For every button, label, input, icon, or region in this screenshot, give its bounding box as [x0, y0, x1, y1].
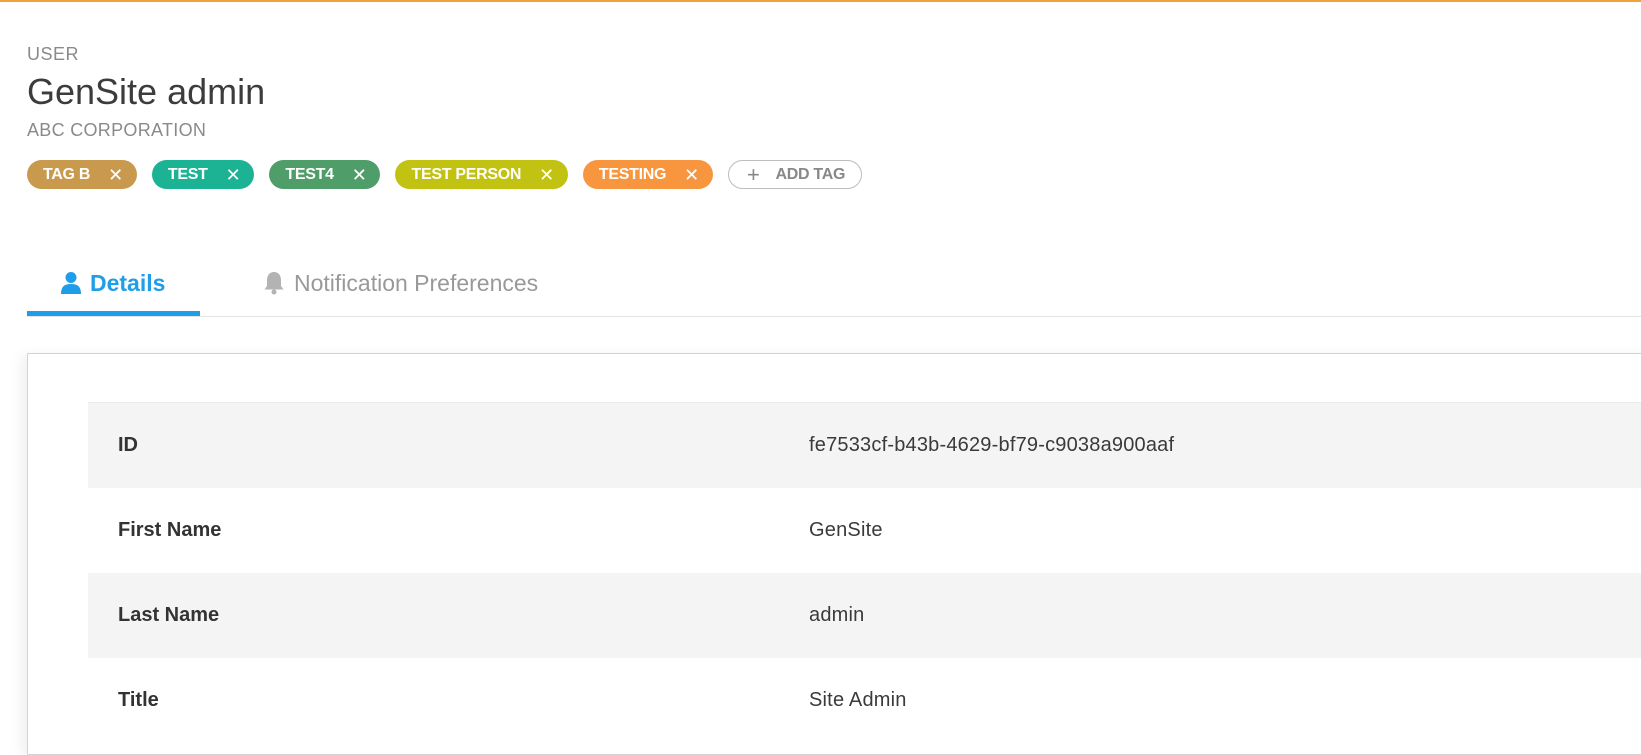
- field-label: Title: [118, 689, 159, 711]
- add-tag-button[interactable]: + ADD TAG: [727, 160, 863, 189]
- user-icon: [61, 271, 81, 295]
- close-icon[interactable]: ✕: [226, 166, 241, 184]
- tag-chip: TEST PERSON ✕: [395, 160, 568, 189]
- field-label: First Name: [118, 519, 222, 541]
- tag-label: TEST PERSON: [411, 165, 522, 183]
- field-value: fe7533cf-b43b-4629-bf79-c9038a900aaf: [809, 434, 1175, 456]
- field-label: ID: [118, 434, 138, 456]
- tag-label: TEST4: [285, 165, 334, 183]
- add-tag-label: ADD TAG: [775, 165, 846, 183]
- tag-label: TAG B: [43, 165, 91, 183]
- tag-chip: TESTING ✕: [582, 160, 713, 189]
- tag-chip: TAG B ✕: [27, 160, 137, 189]
- close-icon[interactable]: ✕: [108, 166, 123, 184]
- tag-label: TESTING: [598, 165, 667, 183]
- field-label: Last Name: [118, 604, 220, 626]
- tag-list: TAG B ✕ TEST ✕ TEST4 ✕ TEST PERSON ✕ TES…: [27, 160, 863, 189]
- table-row: Title Site Admin: [88, 658, 1641, 743]
- close-icon[interactable]: ✕: [539, 166, 554, 184]
- page-title: GenSite admin: [27, 71, 266, 112]
- table-row: ID fe7533cf-b43b-4629-bf79-c9038a900aaf: [88, 403, 1641, 488]
- table-row: First Name GenSite: [88, 488, 1641, 573]
- field-value: GenSite: [809, 519, 883, 541]
- tag-chip: TEST4 ✕: [269, 160, 381, 189]
- tag-chip: TEST ✕: [151, 160, 255, 189]
- close-icon[interactable]: ✕: [684, 166, 699, 184]
- details-table: ID fe7533cf-b43b-4629-bf79-c9038a900aaf …: [88, 402, 1641, 743]
- field-value: admin: [809, 604, 865, 626]
- plus-icon: +: [746, 161, 760, 187]
- page-header: USER GenSite admin ABC CORPORATION: [27, 42, 265, 142]
- details-panel: ID fe7533cf-b43b-4629-bf79-c9038a900aaf …: [27, 353, 1641, 755]
- entity-type-label: USER: [27, 44, 80, 64]
- table-row: Last Name admin: [88, 573, 1641, 658]
- bell-icon: [263, 271, 285, 295]
- tab-label: Details: [90, 269, 166, 296]
- close-icon[interactable]: ✕: [352, 166, 367, 184]
- organization-label: ABC CORPORATION: [27, 120, 207, 140]
- tag-label: TEST: [167, 165, 208, 183]
- top-accent-bar: [0, 0, 1641, 2]
- tab-label: Notification Preferences: [294, 269, 539, 296]
- field-value: Site Admin: [809, 689, 907, 711]
- tab-details[interactable]: Details: [27, 250, 200, 316]
- tab-notification-preferences[interactable]: Notification Preferences: [263, 250, 538, 316]
- tab-bar: Details Notification Preferences: [27, 250, 1641, 317]
